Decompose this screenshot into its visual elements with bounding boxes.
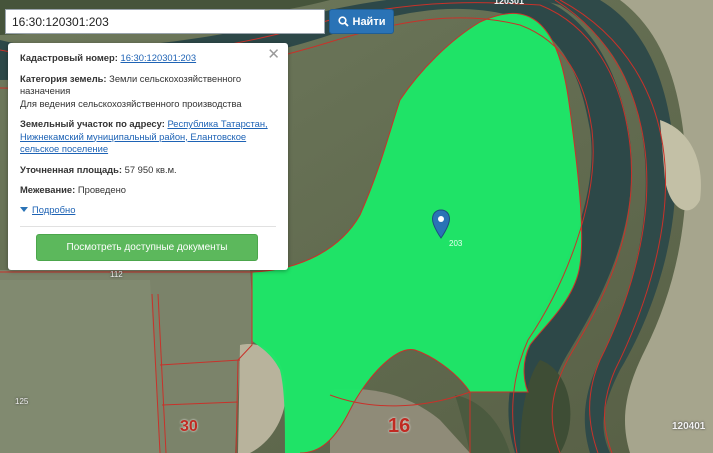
- area-row: Уточненная площадь: 57 950 кв.м.: [20, 164, 276, 177]
- parcel-info-popup: ✕ Кадастровый номер: 16:30:120301:203 Ка…: [8, 43, 288, 270]
- search-button-label: Найти: [352, 15, 386, 28]
- search-button[interactable]: Найти: [329, 9, 394, 34]
- parcel-label-125: 125: [15, 397, 29, 406]
- category-label: Категория земель:: [20, 72, 107, 84]
- survey-row: Межевание: Проведено: [20, 184, 276, 197]
- location-marker-icon[interactable]: [431, 209, 451, 239]
- address-row: Земельный участок по адресу: Республика …: [20, 118, 276, 156]
- details-link[interactable]: Подробно: [32, 204, 75, 215]
- cadastral-link[interactable]: 16:30:120301:203: [120, 52, 196, 63]
- cadastral-row: Кадастровый номер: 16:30:120301:203: [20, 52, 276, 65]
- parcel-label-top: 120301: [494, 0, 525, 6]
- search-icon: [337, 16, 349, 27]
- category-row: Категория земель: Земли сельскохозяйстве…: [20, 73, 276, 111]
- area-value: 57 950 кв.м.: [124, 163, 177, 175]
- survey-value: Проведено: [77, 184, 126, 195]
- survey-label: Межевание:: [20, 184, 76, 195]
- cadastral-label: Кадастровый номер:: [20, 52, 118, 63]
- view-documents-button[interactable]: Посмотреть доступные документы: [36, 234, 258, 261]
- parcel-label-120401: 120401: [672, 421, 706, 432]
- details-toggle[interactable]: Подробно: [20, 204, 276, 215]
- parcel-label-30: 30: [180, 418, 198, 435]
- address-label: Земельный участок по адресу:: [20, 118, 165, 129]
- usage-value: Для ведения сельскохозяйственного произв…: [20, 97, 242, 109]
- parcel-label-112: 112: [110, 270, 123, 279]
- search-input[interactable]: [6, 10, 324, 33]
- marker-label: 203: [449, 239, 463, 248]
- search-box: [5, 9, 325, 34]
- parcel-label-16: 16: [388, 415, 411, 437]
- divider: [20, 226, 276, 227]
- caret-down-icon: [20, 206, 28, 212]
- area-label: Уточненная площадь:: [20, 163, 123, 175]
- close-icon[interactable]: ✕: [267, 47, 280, 62]
